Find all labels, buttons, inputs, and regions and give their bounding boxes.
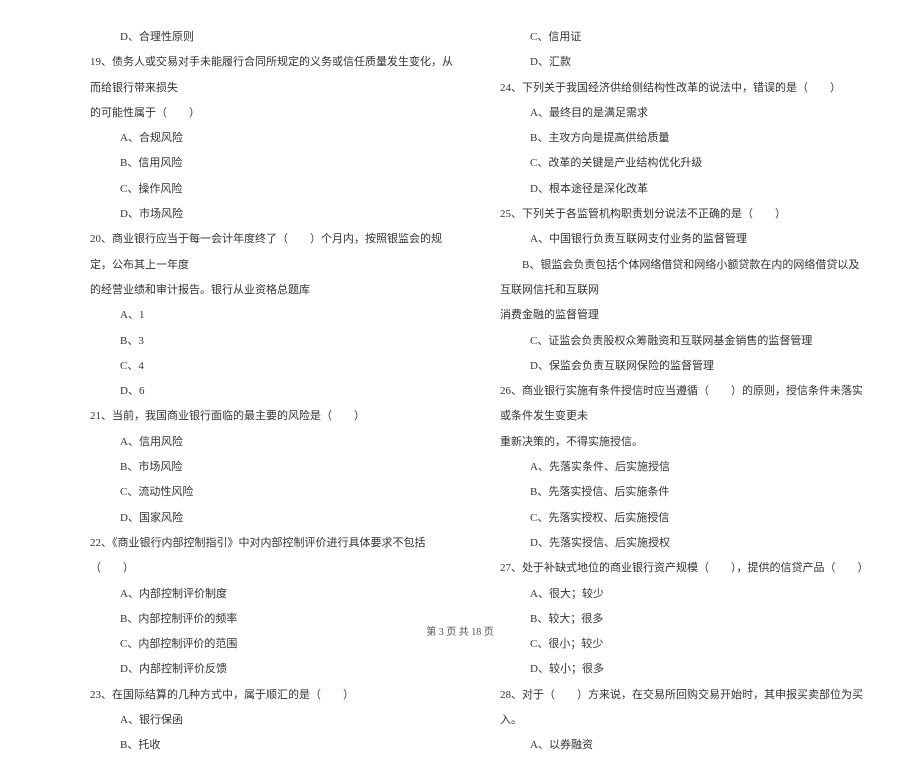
question-line: 27、处于补缺式地位的商业银行资产规模（ ），提供的信贷产品（ ）: [500, 556, 870, 581]
question-line: B、银监会负责包括个体网络借贷和网络小额贷款在内的网络借贷以及互联网信托和互联网: [500, 253, 870, 304]
option-line: B、先落实授信、后实施条件: [500, 480, 870, 505]
option-line: D、汇款: [500, 50, 870, 75]
option-line: A、内部控制评价制度: [90, 582, 460, 607]
option-line: C、证监会负责股权众筹融资和互联网基金销售的监督管理: [500, 329, 870, 354]
left-column: D、合理性原则19、债务人或交易对手未能履行合同所规定的义务或信任质量发生变化，…: [90, 25, 460, 759]
option-line: A、银行保函: [90, 708, 460, 733]
question-line: 的经营业绩和审计报告。银行从业资格总题库: [90, 278, 460, 303]
option-line: A、1: [90, 303, 460, 328]
question-line: 28、对于（ ）方来说，在交易所回购交易开始时，其申报买卖部位为买入。: [500, 683, 870, 734]
option-line: D、先落实授信、后实施授权: [500, 531, 870, 556]
option-line: D、较小；很多: [500, 657, 870, 682]
question-line: 21、当前，我国商业银行面临的最主要的风险是（ ）: [90, 404, 460, 429]
option-line: B、市场风险: [90, 455, 460, 480]
question-line: 22、《商业银行内部控制指引》中对内部控制评价进行具体要求不包括（ ）: [90, 531, 460, 582]
option-line: A、先落实条件、后实施授信: [500, 455, 870, 480]
question-line: 的可能性属于（ ）: [90, 101, 460, 126]
option-line: B、托收: [90, 733, 460, 758]
option-line: C、信用证: [500, 25, 870, 50]
option-line: D、根本途径是深化改革: [500, 177, 870, 202]
option-line: D、6: [90, 379, 460, 404]
question-line: 重新决策的，不得实施授信。: [500, 430, 870, 455]
option-line: A、很大；较少: [500, 582, 870, 607]
question-line: 24、下列关于我国经济供给侧结构性改革的说法中，错误的是（ ）: [500, 76, 870, 101]
question-line: 19、债务人或交易对手未能履行合同所规定的义务或信任质量发生变化，从而给银行带来…: [90, 50, 460, 101]
right-column: C、信用证D、汇款24、下列关于我国经济供给侧结构性改革的说法中，错误的是（ ）…: [500, 25, 870, 759]
option-line: A、中国银行负责互联网支付业务的监督管理: [500, 227, 870, 252]
question-line: 20、商业银行应当于每一会计年度终了（ ）个月内，按照银监会的规定，公布其上一年…: [90, 227, 460, 278]
option-line: C、操作风险: [90, 177, 460, 202]
option-line: A、信用风险: [90, 430, 460, 455]
option-line: D、内部控制评价反馈: [90, 657, 460, 682]
option-line: A、最终目的是满足需求: [500, 101, 870, 126]
option-line: C、4: [90, 354, 460, 379]
option-line: C、先落实授权、后实施授信: [500, 506, 870, 531]
option-line: B、3: [90, 329, 460, 354]
question-line: 23、在国际结算的几种方式中，属于顺汇的是（ ）: [90, 683, 460, 708]
option-line: D、市场风险: [90, 202, 460, 227]
option-line: D、保监会负责互联网保险的监督管理: [500, 354, 870, 379]
option-line: C、改革的关键是产业结构优化升级: [500, 151, 870, 176]
question-line: 25、下列关于各监管机构职责划分说法不正确的是（ ）: [500, 202, 870, 227]
option-line: A、以券融资: [500, 733, 870, 758]
question-line: 消费金融的监督管理: [500, 303, 870, 328]
option-line: B、信用风险: [90, 151, 460, 176]
option-line: D、合理性原则: [90, 25, 460, 50]
page-number: 第 3 页 共 18 页: [426, 627, 494, 638]
option-line: C、流动性风险: [90, 480, 460, 505]
page-container: D、合理性原则19、债务人或交易对手未能履行合同所规定的义务或信任质量发生变化，…: [0, 0, 920, 784]
question-line: 26、商业银行实施有条件授信时应当遵循（ ）的原则，授信条件未落实或条件发生变更…: [500, 379, 870, 430]
option-line: A、合规风险: [90, 126, 460, 151]
page-footer: 第 3 页 共 18 页: [0, 623, 920, 638]
option-line: D、国家风险: [90, 506, 460, 531]
option-line: B、主攻方向是提高供给质量: [500, 126, 870, 151]
